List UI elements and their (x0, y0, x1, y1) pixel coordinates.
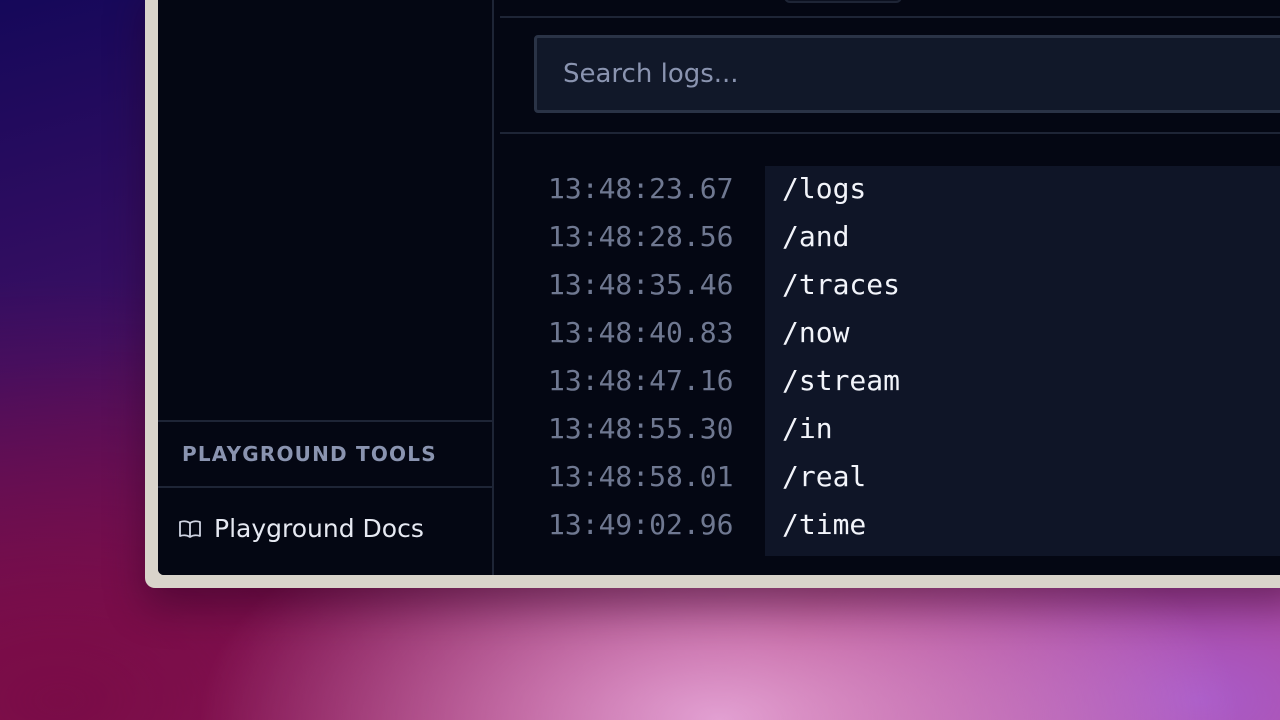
app-window: PLAYGROUND TOOLS Playground Docs 13:48:2… (158, 0, 1280, 575)
log-timestamp: 13:48:40.83 (548, 316, 734, 349)
section-title: PLAYGROUND TOOLS (182, 442, 437, 466)
log-row[interactable]: 13:48:40.83 /now (500, 310, 1280, 358)
log-row[interactable]: 13:48:23.67 /logs (500, 166, 1280, 214)
log-path: /real (782, 460, 867, 493)
log-timestamp: 13:48:23.67 (548, 172, 734, 205)
sidebar-item-playground-docs[interactable]: Playground Docs (178, 514, 424, 543)
log-path: /time (782, 508, 867, 541)
log-timestamp: 13:48:47.16 (548, 364, 734, 397)
log-timestamp: 13:49:02.96 (548, 508, 734, 541)
book-open-icon (178, 517, 202, 541)
log-timestamp: 13:48:58.01 (548, 460, 734, 493)
log-row[interactable]: 13:48:28.56 /and (500, 214, 1280, 262)
sidebar-item-label: Playground Docs (214, 514, 424, 543)
toolbar-tab[interactable] (784, 0, 902, 3)
log-path: /now (782, 316, 850, 349)
log-row[interactable]: 13:48:58.01 /real (500, 454, 1280, 502)
sidebar-section-header: PLAYGROUND TOOLS (158, 420, 492, 488)
main-panel: 13:48:23.67 /logs 13:48:28.56 /and 13:48… (500, 0, 1280, 575)
log-row[interactable]: 13:48:35.46 /traces (500, 262, 1280, 310)
log-row[interactable]: 13:48:55.30 /in (500, 406, 1280, 454)
log-timestamp: 13:48:55.30 (548, 412, 734, 445)
log-timestamp: 13:48:28.56 (548, 220, 734, 253)
sidebar: PLAYGROUND TOOLS Playground Docs (158, 0, 494, 575)
log-path: /logs (782, 172, 867, 205)
search-area (500, 18, 1280, 134)
log-path: /and (782, 220, 850, 253)
log-path: /traces (782, 268, 901, 301)
log-path: /stream (782, 364, 901, 397)
log-row[interactable]: 13:48:47.16 /stream (500, 358, 1280, 406)
log-row[interactable]: 13:49:02.96 /time (500, 502, 1280, 550)
search-input[interactable] (534, 35, 1280, 113)
log-timestamp: 13:48:35.46 (548, 268, 734, 301)
log-path: /in (782, 412, 833, 445)
